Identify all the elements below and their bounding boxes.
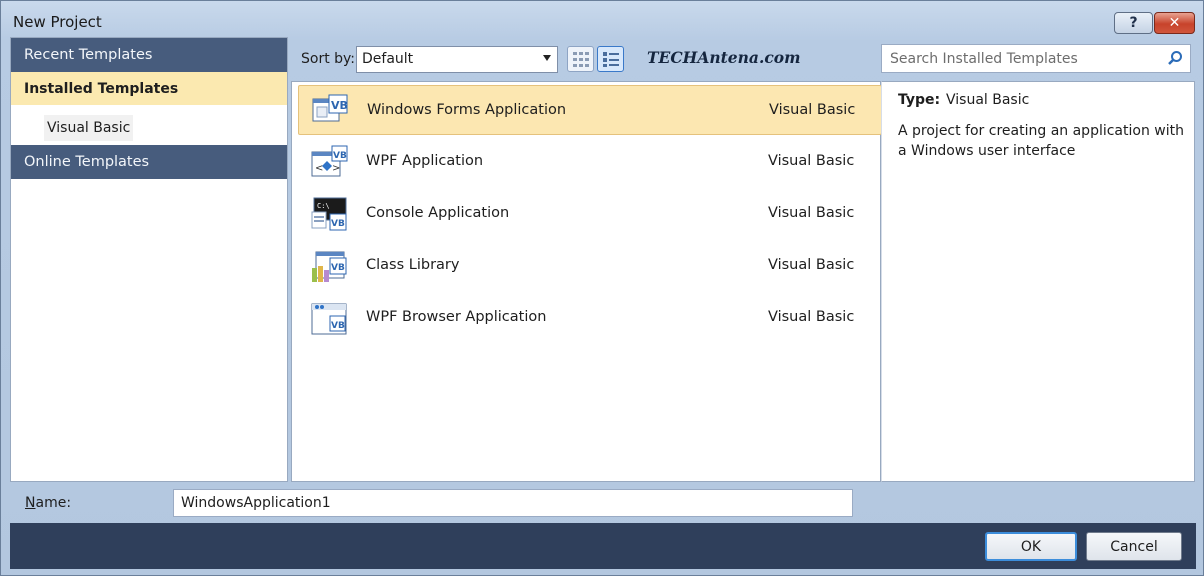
svg-text:C:\: C:\: [317, 202, 330, 210]
template-language: Visual Basic: [768, 153, 855, 169]
template-name: Console Application: [366, 205, 510, 221]
ok-button[interactable]: OK: [985, 532, 1077, 561]
list-view-icon: [603, 52, 619, 67]
category-online-templates[interactable]: Online Templates: [11, 145, 287, 179]
svg-text:VB: VB: [331, 99, 348, 112]
title-bar[interactable]: New Project ? ✕: [1, 1, 1203, 37]
template-language: Visual Basic: [768, 309, 855, 325]
console-vb-icon: C:\ VB: [311, 197, 347, 231]
medium-icons-view-button[interactable]: [597, 46, 624, 72]
small-icons-view-button[interactable]: [567, 46, 594, 72]
type-label: Type:: [898, 92, 941, 108]
template-row[interactable]: C:\ VB Console Application Visual Basic: [298, 189, 882, 239]
small-icons-view-icon: [573, 52, 589, 67]
svg-text:VB: VB: [331, 263, 345, 273]
sort-value: Default: [362, 51, 414, 67]
help-button[interactable]: ?: [1114, 12, 1153, 34]
sort-dropdown[interactable]: Default: [356, 46, 558, 73]
template-language: Visual Basic: [768, 205, 855, 221]
svg-text:<: <: [315, 163, 323, 174]
svg-text:VB: VB: [331, 321, 345, 331]
template-name: Class Library: [366, 257, 460, 273]
project-name-value: WindowsApplication1: [181, 495, 331, 511]
category-recent-templates[interactable]: Recent Templates: [11, 38, 287, 72]
template-language: Visual Basic: [768, 257, 855, 273]
category-visual-basic[interactable]: Visual Basic: [44, 115, 134, 141]
windows-forms-vb-icon: VB: [312, 94, 348, 122]
category-installed-templates[interactable]: Installed Templates: [11, 72, 287, 105]
chevron-down-icon: [543, 55, 551, 61]
name-label-accelerator: N: [25, 495, 36, 511]
search-icon: [1168, 51, 1182, 65]
template-language: Visual Basic: [769, 102, 856, 118]
wpf-browser-vb-icon: VB: [311, 303, 347, 335]
svg-text:VB: VB: [331, 219, 345, 229]
template-name: Windows Forms Application: [367, 102, 567, 118]
cancel-button[interactable]: Cancel: [1086, 532, 1182, 561]
template-details: Type: Visual Basic A project for creatin…: [881, 81, 1195, 482]
new-project-dialog: New Project ? ✕ Recent Templates Install…: [0, 0, 1204, 576]
template-row[interactable]: VB Windows Forms Application Visual Basi…: [298, 85, 882, 135]
class-library-vb-icon: VB: [312, 251, 347, 282]
close-icon: ✕: [1168, 15, 1181, 31]
template-name: WPF Browser Application: [366, 309, 547, 325]
search-input[interactable]: Search Installed Templates: [881, 44, 1191, 73]
name-label: Name:: [25, 495, 71, 511]
name-label-text: ame:: [35, 495, 72, 511]
template-toolbar: Sort by: Default TECHAntena.com: [291, 37, 881, 81]
type-value: Visual Basic: [946, 92, 1030, 108]
template-row[interactable]: < > VB WPF Application Visual Basic: [298, 137, 882, 187]
wpf-vb-icon: < > VB: [311, 145, 348, 177]
sort-label: Sort by:: [301, 51, 356, 67]
dialog-footer: OK Cancel: [10, 523, 1196, 569]
template-list: VB Windows Forms Application Visual Basi…: [291, 81, 882, 482]
help-icon: ?: [1129, 15, 1138, 31]
close-button[interactable]: ✕: [1154, 12, 1195, 34]
template-categories: Recent Templates Installed Templates Vis…: [10, 37, 288, 482]
svg-text:>: >: [332, 163, 340, 174]
watermark-text: TECHAntena.com: [647, 48, 801, 67]
window-title: New Project: [13, 13, 102, 31]
project-name-input[interactable]: WindowsApplication1: [173, 489, 853, 517]
template-description: A project for creating an application wi…: [898, 123, 1184, 159]
template-name: WPF Application: [366, 153, 484, 169]
template-row[interactable]: VB WPF Browser Application Visual Basic: [298, 293, 882, 343]
search-placeholder: Search Installed Templates: [890, 51, 1078, 67]
template-row[interactable]: VB Class Library Visual Basic: [298, 241, 882, 291]
svg-text:VB: VB: [333, 151, 347, 161]
